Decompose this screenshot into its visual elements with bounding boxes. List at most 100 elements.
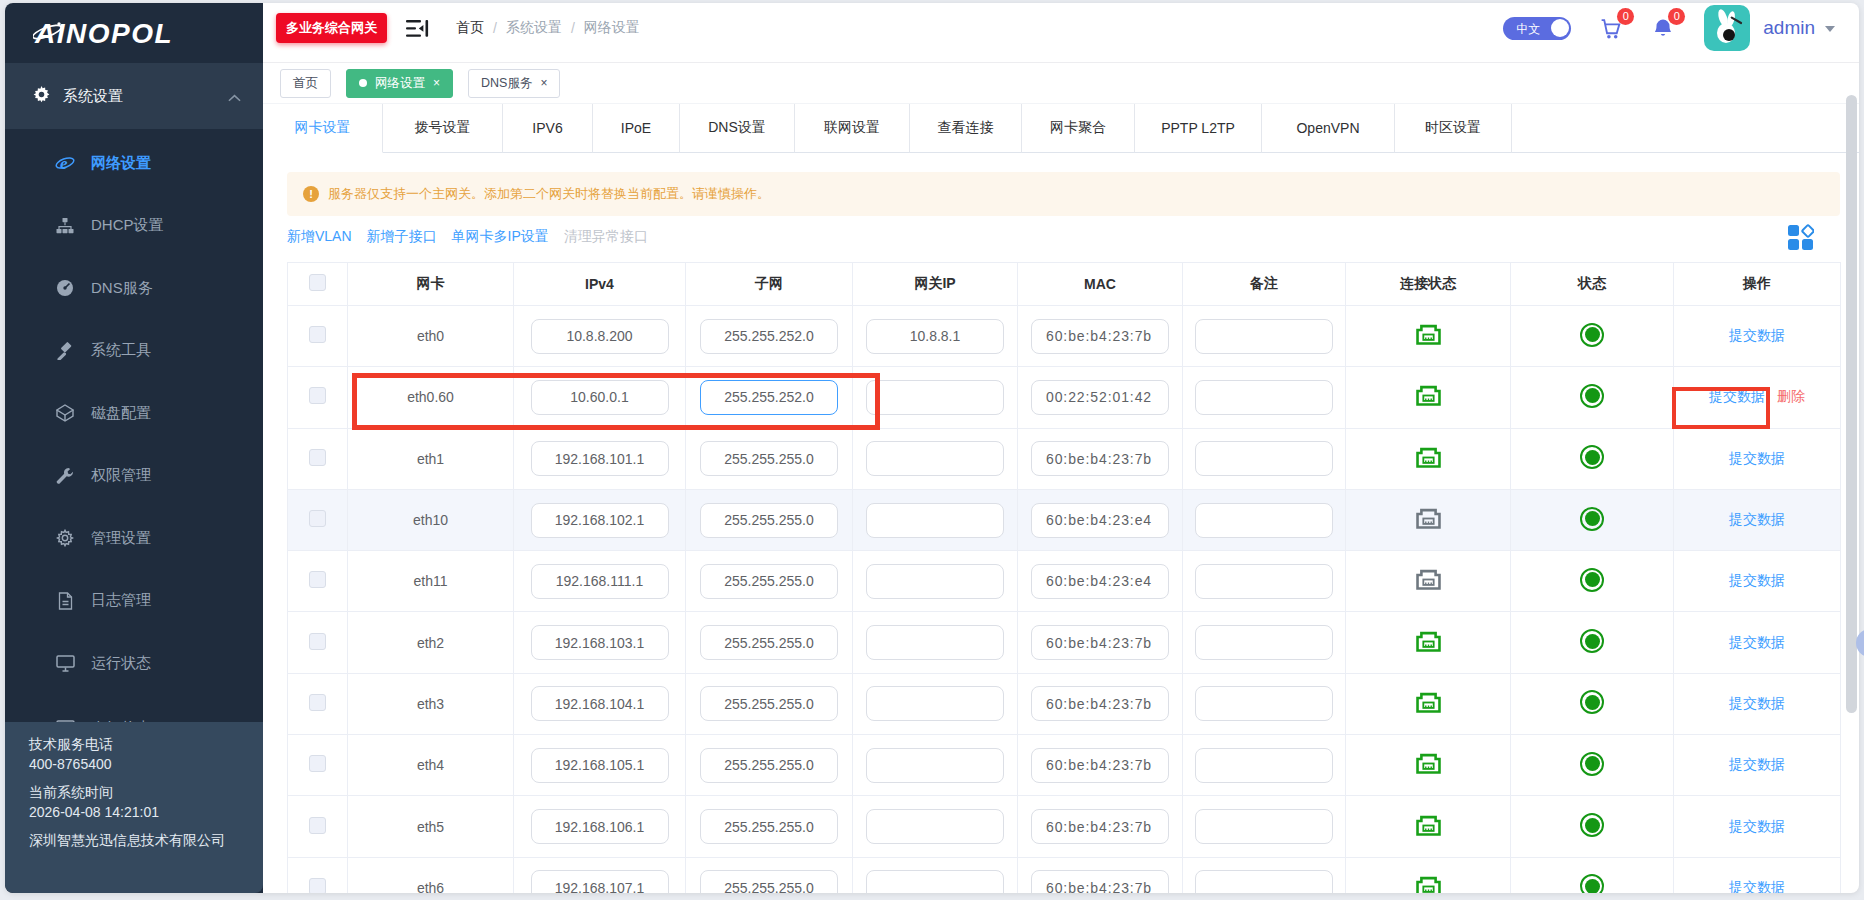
mac-input[interactable]	[1031, 748, 1169, 783]
settings-tab-7[interactable]: 查看连接	[910, 104, 1022, 153]
row-checkbox[interactable]	[309, 510, 326, 527]
submit-data-link[interactable]: 提交数据	[1729, 511, 1785, 527]
mac-input[interactable]	[1031, 503, 1169, 538]
subnet-input[interactable]	[700, 564, 838, 599]
remark-input[interactable]	[1195, 564, 1333, 599]
sidebar-item-9[interactable]: 运行状态	[5, 632, 263, 695]
logo[interactable]: AINOPOL	[5, 3, 263, 63]
mac-input[interactable]	[1031, 441, 1169, 476]
gateway-input[interactable]	[866, 625, 1004, 660]
subnet-input[interactable]	[700, 503, 838, 538]
layout-grid-icon[interactable]	[1787, 224, 1814, 251]
user-menu-caret-icon[interactable]	[1825, 26, 1835, 37]
settings-tab-4[interactable]: IPoE	[593, 104, 680, 153]
mac-input[interactable]	[1031, 809, 1169, 844]
sidebar-item-8[interactable]: 日志管理	[5, 570, 263, 633]
row-checkbox[interactable]	[309, 571, 326, 588]
settings-tab-9[interactable]: PPTP L2TP	[1135, 104, 1262, 153]
gateway-input[interactable]	[866, 503, 1004, 538]
row-checkbox[interactable]	[309, 755, 326, 772]
subnet-input[interactable]	[700, 686, 838, 721]
action-link-2[interactable]: 新增子接口	[367, 228, 437, 246]
settings-tab-3[interactable]: IPV6	[503, 104, 593, 153]
sidebar-item-5[interactable]: 磁盘配置	[5, 382, 263, 445]
submit-data-link[interactable]: 提交数据	[1709, 388, 1765, 404]
gateway-input[interactable]	[866, 686, 1004, 721]
sidebar-item-7[interactable]: 管理设置	[5, 507, 263, 570]
remark-input[interactable]	[1195, 748, 1333, 783]
subnet-input[interactable]	[700, 809, 838, 844]
remark-input[interactable]	[1195, 503, 1333, 538]
ipv4-input[interactable]	[531, 870, 669, 893]
close-tab-icon[interactable]: ×	[540, 76, 547, 90]
sidebar-item-4[interactable]: 系统工具	[5, 320, 263, 383]
submit-data-link[interactable]: 提交数据	[1729, 327, 1785, 343]
mac-input[interactable]	[1031, 686, 1169, 721]
avatar[interactable]	[1704, 5, 1750, 51]
gateway-input[interactable]	[866, 748, 1004, 783]
subnet-input[interactable]	[700, 748, 838, 783]
action-link-3[interactable]: 单网卡多IP设置	[452, 228, 549, 246]
remark-input[interactable]	[1195, 319, 1333, 354]
sidebar-item-3[interactable]: DNS服务	[5, 257, 263, 320]
remark-input[interactable]	[1195, 380, 1333, 415]
close-tab-icon[interactable]: ×	[433, 76, 440, 90]
submit-data-link[interactable]: 提交数据	[1729, 634, 1785, 650]
remark-input[interactable]	[1195, 809, 1333, 844]
settings-tab-5[interactable]: DNS设置	[680, 104, 795, 153]
settings-tab-2[interactable]: 拨号设置	[383, 104, 503, 153]
submit-data-link[interactable]: 提交数据	[1729, 879, 1785, 893]
submit-data-link[interactable]: 提交数据	[1729, 756, 1785, 772]
delete-link[interactable]: 删除	[1777, 388, 1805, 404]
mac-input[interactable]	[1031, 870, 1169, 893]
submit-data-link[interactable]: 提交数据	[1729, 695, 1785, 711]
subnet-input[interactable]	[700, 319, 838, 354]
remark-input[interactable]	[1195, 441, 1333, 476]
subnet-input[interactable]	[700, 625, 838, 660]
ipv4-input[interactable]	[531, 441, 669, 476]
settings-tab-10[interactable]: OpenVPN	[1262, 104, 1395, 153]
settings-tab-11[interactable]: 时区设置	[1395, 104, 1512, 153]
row-checkbox[interactable]	[309, 387, 326, 404]
row-checkbox[interactable]	[309, 878, 326, 893]
select-all-checkbox[interactable]	[309, 274, 326, 291]
gateway-input[interactable]	[866, 564, 1004, 599]
submit-data-link[interactable]: 提交数据	[1729, 818, 1785, 834]
row-checkbox[interactable]	[309, 817, 326, 834]
sidebar-item-1[interactable]: e网络设置	[5, 132, 263, 195]
ipv4-input[interactable]	[531, 809, 669, 844]
collapse-sidebar-icon[interactable]	[406, 19, 429, 38]
action-link-4[interactable]: 清理异常接口	[564, 228, 648, 246]
ipv4-input[interactable]	[531, 686, 669, 721]
subnet-input[interactable]	[700, 870, 838, 893]
subnet-input[interactable]	[700, 380, 838, 415]
ipv4-input[interactable]	[531, 564, 669, 599]
gateway-input[interactable]	[866, 870, 1004, 893]
vertical-scrollbar[interactable]	[1846, 95, 1857, 713]
breadcrumb-home[interactable]: 首页	[456, 19, 484, 37]
page-tab-2[interactable]: 网络设置×	[346, 69, 453, 98]
page-tab-1[interactable]: 首页	[280, 69, 331, 98]
mac-input[interactable]	[1031, 319, 1169, 354]
cart-button[interactable]: 0	[1598, 16, 1624, 41]
breadcrumb-system-settings[interactable]: 系统设置	[506, 19, 562, 37]
sidebar-item-2[interactable]: DHCP设置	[5, 195, 263, 258]
remark-input[interactable]	[1195, 870, 1333, 893]
subnet-input[interactable]	[700, 441, 838, 476]
sidebar-item-6[interactable]: 权限管理	[5, 445, 263, 508]
settings-tab-8[interactable]: 网卡聚合	[1022, 104, 1135, 153]
notifications-button[interactable]: 0	[1651, 16, 1675, 41]
settings-tab-1[interactable]: 网卡设置	[263, 104, 383, 153]
remark-input[interactable]	[1195, 686, 1333, 721]
ipv4-input[interactable]	[531, 748, 669, 783]
action-link-1[interactable]: 新增VLAN	[287, 228, 352, 246]
gateway-input[interactable]	[866, 809, 1004, 844]
submit-data-link[interactable]: 提交数据	[1729, 450, 1785, 466]
gateway-input[interactable]	[866, 380, 1004, 415]
remark-input[interactable]	[1195, 625, 1333, 660]
language-toggle[interactable]: 中文	[1503, 17, 1571, 40]
mac-input[interactable]	[1031, 380, 1169, 415]
user-name[interactable]: admin	[1763, 17, 1815, 39]
gateway-input[interactable]	[866, 319, 1004, 354]
gateway-input[interactable]	[866, 441, 1004, 476]
